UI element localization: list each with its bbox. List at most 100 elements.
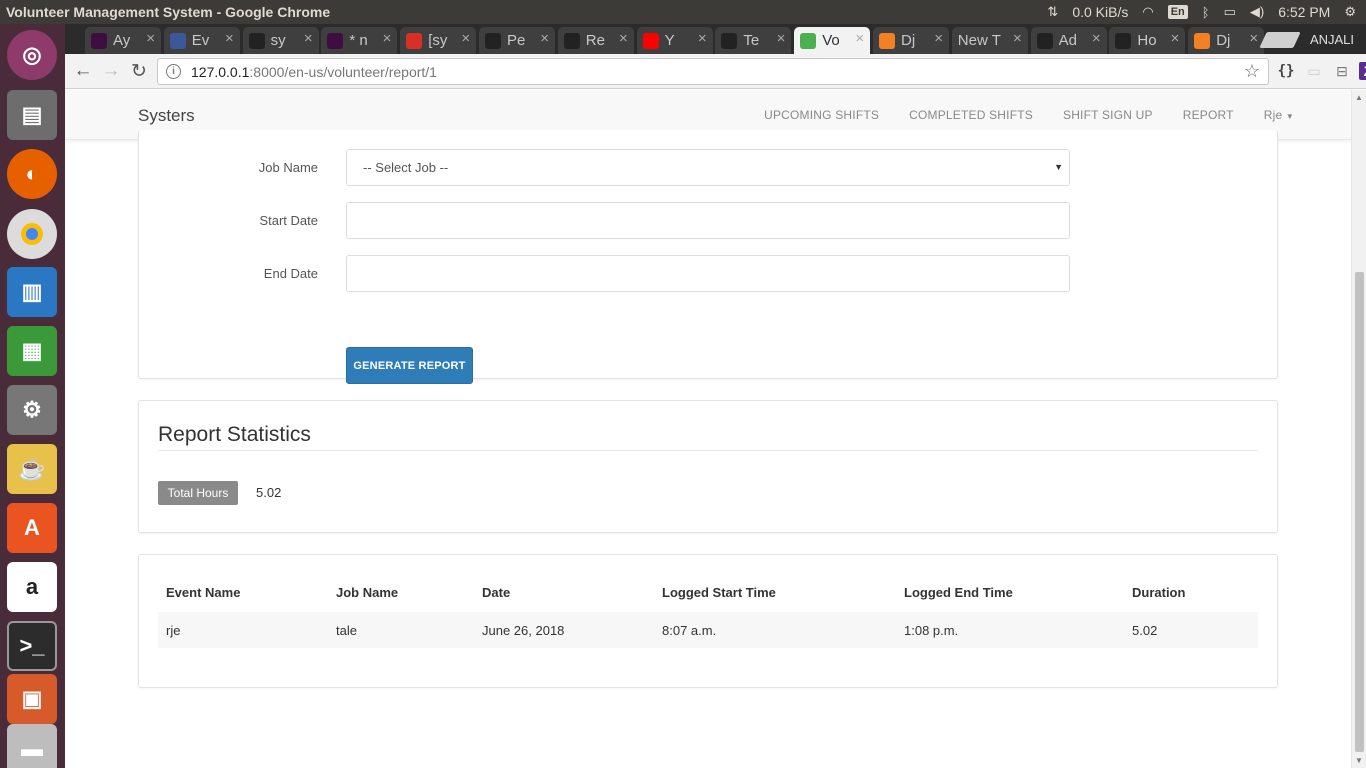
close-tab-icon[interactable]: × — [540, 30, 549, 47]
cell-logged-start: 8:07 a.m. — [662, 623, 717, 638]
browser-tab[interactable]: [sy × — [400, 27, 477, 54]
browser-tab[interactable]: Ho × — [1109, 27, 1186, 54]
start-date-row: Start Date — [139, 202, 1279, 240]
url-host: 127.0.0.1 — [191, 63, 250, 80]
close-tab-icon[interactable]: × — [304, 30, 313, 47]
browser-tab[interactable]: Dj × — [1188, 27, 1265, 54]
cell-duration: 5.02 — [1132, 623, 1158, 638]
workspace-icon[interactable]: ▬ — [7, 724, 57, 768]
scroll-down-icon[interactable]: ▼ — [1355, 756, 1363, 765]
bookmark-star-icon[interactable]: ☆ — [1244, 61, 1260, 82]
report-table-panel: Event Name Job Name Date Logged Start Ti… — [138, 554, 1278, 688]
address-bar[interactable]: i 127.0.0.1:8000/en-us/volunteer/report/… — [157, 58, 1269, 85]
tab-strip: Ay × Ev × sy × * n × [sy × Pe × Re × Y × Te × Vo × Dj × New T ×… — [65, 24, 1366, 54]
nav-links: UPCOMING SHIFTS COMPLETED SHIFTS SHIFT S… — [764, 108, 1294, 122]
close-tab-icon[interactable]: × — [1171, 30, 1180, 47]
end-date-input[interactable] — [346, 255, 1070, 292]
network-transfer-icon[interactable]: ⇅ — [1047, 4, 1058, 20]
facebook-icon — [169, 32, 186, 49]
clock[interactable]: 6:52 PM — [1278, 4, 1330, 20]
browser-tab[interactable]: Pe × — [479, 27, 555, 54]
report-statistics-panel: Report Statistics Total Hours 5.02 — [138, 400, 1278, 533]
browser-tab[interactable]: Ay × — [85, 27, 161, 54]
close-tab-icon[interactable]: × — [777, 30, 786, 47]
header-logged-start: Logged Start Time — [662, 585, 776, 600]
bluetooth-icon[interactable]: ᛒ — [1202, 5, 1210, 20]
divider — [158, 450, 1258, 451]
scroll-up-icon[interactable]: ▲ — [1355, 93, 1363, 102]
generate-report-button[interactable]: GENERATE REPORT — [346, 347, 473, 384]
close-tab-icon[interactable]: × — [934, 30, 943, 47]
impress-icon[interactable]: ▣ — [7, 674, 57, 724]
new-tab-button[interactable] — [1259, 32, 1301, 48]
close-tab-icon[interactable]: × — [619, 30, 628, 47]
nav-completed-shifts[interactable]: COMPLETED SHIFTS — [909, 108, 1033, 122]
battery-icon[interactable]: ▭ — [1224, 4, 1236, 20]
json-viewer-extension-icon[interactable]: {} — [1275, 62, 1297, 80]
header-logged-end: Logged End Time — [904, 585, 1013, 600]
browser-tab[interactable]: Re × — [557, 27, 634, 54]
close-tab-icon[interactable]: × — [461, 30, 470, 47]
net-speed: 0.0 KiB/s — [1072, 4, 1129, 20]
github-icon — [485, 32, 501, 49]
job-name-row: Job Name -- Select Job -- ▼ — [139, 149, 1279, 187]
software-center-icon[interactable]: A — [7, 503, 57, 553]
browser-tab[interactable]: Y × — [636, 27, 713, 54]
window-title: Volunteer Management System - Google Chr… — [6, 4, 331, 20]
firefox-icon[interactable]: ◐ — [7, 149, 57, 199]
terminal-icon[interactable]: >_ — [7, 621, 57, 671]
nav-user-menu[interactable]: Rje ▼ — [1264, 108, 1294, 122]
teapot-icon[interactable]: ☕ — [7, 444, 57, 494]
brand-link[interactable]: Systers — [138, 106, 195, 126]
close-tab-icon[interactable]: × — [1249, 30, 1258, 47]
browser-tab[interactable]: Vo × — [794, 27, 871, 54]
github-error-icon — [563, 32, 580, 49]
close-tab-icon[interactable]: × — [146, 30, 155, 47]
close-tab-icon[interactable]: × — [698, 30, 707, 47]
power-gear-icon[interactable]: ⚙ — [1344, 4, 1356, 20]
volume-icon[interactable]: ◀) — [1250, 4, 1264, 20]
extension-card-icon[interactable]: ▭ — [1303, 62, 1325, 80]
extension-inbox-icon[interactable]: ⊟ — [1331, 62, 1353, 80]
header-date: Date — [482, 585, 511, 600]
header-event-name: Event Name — [166, 585, 241, 600]
close-tab-icon[interactable]: × — [1092, 30, 1101, 47]
writer-icon[interactable]: ▥ — [7, 267, 57, 317]
start-date-input[interactable] — [346, 202, 1070, 239]
chrome-icon[interactable] — [7, 209, 57, 259]
browser-tab[interactable]: Te × — [715, 27, 792, 54]
site-info-icon[interactable]: i — [166, 64, 181, 79]
close-tab-icon[interactable]: × — [1013, 30, 1022, 47]
job-name-select[interactable]: -- Select Job -- ▼ — [346, 149, 1070, 186]
browser-tab[interactable]: Dj × — [873, 27, 949, 54]
forward-button[interactable]: → — [100, 60, 122, 82]
reload-button[interactable]: ↻ — [128, 60, 150, 82]
browser-tab[interactable]: * n × — [321, 27, 398, 54]
browser-tab[interactable]: Ev × — [163, 27, 240, 54]
profile-button[interactable]: ANJALI — [1301, 28, 1363, 50]
url-path: :8000/en-us/volunteer/report/1 — [249, 63, 437, 80]
github-error-icon — [721, 32, 738, 49]
zotero-extension-icon[interactable]: Z — [1359, 62, 1366, 80]
scrollbar-thumb[interactable] — [1355, 272, 1364, 752]
amazon-icon[interactable]: a — [7, 562, 57, 612]
browser-tab[interactable]: sy × — [242, 27, 319, 54]
calc-icon[interactable]: ▦ — [7, 326, 57, 376]
nav-upcoming-shifts[interactable]: UPCOMING SHIFTS — [764, 108, 879, 122]
user-name: Rje — [1263, 108, 1283, 122]
ubuntu-dash-icon[interactable]: ◎ — [7, 30, 57, 80]
nav-report[interactable]: REPORT — [1183, 108, 1234, 122]
browser-tab[interactable]: New T × — [951, 27, 1028, 54]
browser-tab[interactable]: Ad × — [1030, 27, 1107, 54]
close-tab-icon[interactable]: × — [855, 30, 864, 47]
keyboard-layout[interactable]: En — [1167, 5, 1188, 19]
gmail-icon — [406, 32, 423, 49]
back-button[interactable]: ← — [72, 60, 94, 82]
nav-shift-sign-up[interactable]: SHIFT SIGN UP — [1063, 108, 1153, 122]
close-tab-icon[interactable]: × — [225, 30, 234, 47]
page-scrollbar[interactable]: ▲ ▼ — [1351, 90, 1366, 768]
files-icon[interactable]: ▤ — [7, 90, 57, 140]
close-tab-icon[interactable]: × — [383, 30, 392, 47]
wifi-icon[interactable]: ◠ — [1142, 4, 1153, 20]
settings-icon[interactable]: ⚙ — [7, 385, 57, 435]
